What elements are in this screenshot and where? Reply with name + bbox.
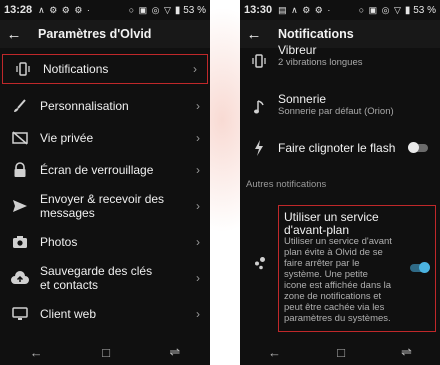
chevron-right-icon: › [196, 131, 200, 145]
settings-item-envoyer-recevoir[interactable]: Envoyer & recevoir des messages › [0, 186, 210, 226]
system-nav-bar: ← □ ⇌ [0, 339, 210, 365]
system-icons: ○ ▣ ◎ ▽ [128, 4, 172, 15]
section-header: Autres notifications [246, 179, 327, 190]
settings-item-label: Personnalisation [40, 99, 129, 113]
status-time: 13:30 [244, 4, 273, 16]
settings-item-personnalisation[interactable]: Personnalisation › [0, 90, 210, 122]
setting-title: Utiliser un service d'avant-plan [284, 210, 379, 237]
send-icon [0, 199, 40, 213]
app-bar: ← Paramètres d'Olvid [0, 20, 210, 48]
foreground-service-toggle[interactable] [410, 262, 430, 273]
page-title: Paramètres d'Olvid [38, 27, 152, 41]
system-nav-bar: ← □ ⇌ [240, 339, 440, 365]
setting-title: Sonnerie [278, 92, 327, 106]
settings-item-label: Écran de verrouillage [40, 163, 154, 177]
settings-list: Notifications › Personnalisation › Vie p… [0, 54, 210, 330]
vibration-icon [240, 44, 278, 74]
chevron-right-icon: › [196, 163, 200, 177]
brush-icon [0, 98, 40, 114]
setting-title: Vibreur [278, 43, 317, 57]
chevron-right-icon: › [196, 307, 200, 321]
battery-level: ▮ 53 % [174, 4, 206, 16]
status-bar: 13:30 ▤ ∧ ⚙ ⚙ · ○ ▣ ◎ ▽ ▮ 53 % [240, 0, 440, 20]
status-bar: 13:28 ∧ ⚙ ⚙ ⚙ · ○ ▣ ◎ ▽ ▮ 53 % [0, 0, 210, 20]
settings-item-photos[interactable]: Photos › [0, 226, 210, 258]
back-arrow-icon[interactable]: ← [240, 26, 268, 43]
flash-toggle[interactable] [408, 142, 428, 153]
notification-icons: ∧ ⚙ ⚙ ⚙ · [38, 4, 91, 15]
nav-back-icon[interactable]: ← [268, 345, 281, 360]
chevron-right-icon: › [196, 99, 200, 113]
chevron-right-icon: › [196, 235, 200, 249]
back-arrow-icon[interactable]: ← [0, 26, 28, 43]
settings-item-label: Notifications [43, 62, 109, 76]
setting-subtitle: Sonnerie par défaut (Orion) [278, 106, 394, 117]
settings-item-client-web[interactable]: Client web › [0, 298, 210, 330]
notifications-screen: 13:30 ▤ ∧ ⚙ ⚙ · ○ ▣ ◎ ▽ ▮ 53 % ← Notific… [240, 0, 440, 365]
settings-item-sauvegarde[interactable]: Sauvegarde des clés et contacts › [0, 258, 210, 298]
nav-home-icon[interactable]: □ [337, 345, 345, 360]
settings-item-label: Envoyer & recevoir des messages [40, 192, 165, 220]
settings-item-vie-privee[interactable]: Vie privée › [0, 122, 210, 154]
page-title: Notifications [278, 27, 354, 41]
chevron-right-icon: › [196, 271, 200, 285]
settings-item-label: Photos [40, 235, 78, 249]
settings-item-label: Client web [40, 307, 97, 321]
nav-back-icon[interactable]: ← [30, 345, 43, 360]
camera-icon [0, 235, 40, 249]
foreground-service-icon [253, 256, 267, 275]
setting-vibrate[interactable]: Vibreur 2 vibrations longues [240, 44, 440, 74]
monitor-icon [0, 307, 40, 321]
settings-screen: 13:28 ∧ ⚙ ⚙ ⚙ · ○ ▣ ◎ ▽ ▮ 53 % ← Paramèt… [0, 0, 210, 365]
settings-item-label: Vie privée [40, 131, 94, 145]
settings-item-notifications[interactable]: Notifications › [2, 54, 208, 84]
chevron-right-icon: › [193, 62, 197, 76]
lock-icon [0, 162, 40, 178]
setting-subtitle: 2 vibrations longues [278, 57, 363, 68]
status-time: 13:28 [4, 4, 33, 16]
battery-level: ▮ 53 % [404, 4, 436, 16]
system-icons: ○ ▣ ◎ ▽ [358, 4, 402, 15]
flash-icon [240, 140, 278, 156]
nav-home-icon[interactable]: □ [102, 345, 110, 360]
cloud-upload-icon [0, 271, 40, 285]
nav-recents-icon[interactable]: ⇌ [401, 344, 412, 360]
music-note-icon [240, 93, 278, 123]
settings-item-ecran-verrouillage[interactable]: Écran de verrouillage › [0, 154, 210, 186]
vibration-icon [3, 62, 43, 76]
chevron-right-icon: › [196, 199, 200, 213]
setting-flash[interactable]: Faire clignoter le flash [240, 138, 440, 158]
setting-ringtone[interactable]: Sonnerie Sonnerie par défaut (Orion) [240, 93, 440, 123]
nav-recents-icon[interactable]: ⇌ [169, 344, 180, 360]
setting-description: Utiliser un service d'avant plan évite à… [284, 236, 392, 324]
settings-item-label: Sauvegarde des clés et contacts [40, 264, 153, 292]
private-icon [0, 131, 40, 145]
notification-icons: ▤ ∧ ⚙ ⚙ · [278, 4, 332, 15]
